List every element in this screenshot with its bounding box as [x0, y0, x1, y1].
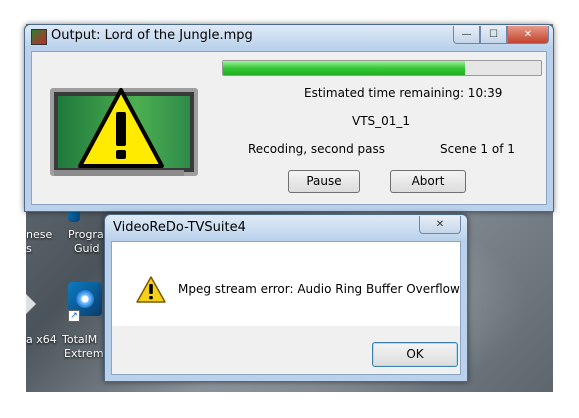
desktop-icon-label: nese [26, 228, 53, 241]
monitor-stand [54, 170, 184, 176]
desktop-icon-label: s [26, 242, 32, 255]
status-text: Recoding, second pass [248, 142, 386, 156]
desktop-icon-label[interactable]: Extrem [64, 347, 104, 360]
disc-icon [76, 290, 94, 308]
output-window-client: Estimated time remaining: 10:39 VTS_01_1… [31, 51, 547, 205]
error-dialog: VideoReDo-TVSuite4 ✕ Mpeg stream error: … [104, 214, 468, 382]
error-message: Mpeg stream error: Audio Ring Buffer Ove… [178, 282, 460, 296]
maximize-button[interactable]: ☐ [480, 26, 507, 44]
abort-button[interactable]: Abort [390, 170, 466, 193]
desktop-icon-label[interactable]: TotalM [62, 333, 97, 346]
scene-text: Scene 1 of 1 [440, 142, 515, 156]
window-title: Output: Lord of the Jungle.mpg [51, 28, 253, 43]
ok-button[interactable]: OK [372, 342, 458, 367]
dialog-close-button[interactable]: ✕ [419, 216, 461, 234]
output-window: Output: Lord of the Jungle.mpg — ☐ ✕ Est… [24, 24, 554, 212]
warning-icon [78, 88, 164, 168]
minimize-button[interactable]: — [453, 26, 480, 44]
arrow-icon [26, 294, 36, 314]
app-icon [31, 29, 47, 45]
close-button[interactable]: ✕ [507, 26, 549, 44]
progress-fill [223, 61, 465, 75]
title-id-text: VTS_01_1 [352, 114, 411, 128]
desktop-icon-label[interactable]: a x64 [26, 333, 57, 346]
desktop-icon-label[interactable]: Progra [68, 228, 104, 241]
dialog-body: Mpeg stream error: Audio Ring Buffer Ove… [111, 241, 461, 375]
warning-icon [136, 276, 166, 303]
dialog-title: VideoReDo-TVSuite4 [113, 220, 246, 235]
dialog-message-area: Mpeg stream error: Audio Ring Buffer Ove… [112, 242, 460, 326]
desktop-icon-label[interactable]: Guid [74, 242, 100, 255]
progress-bar [222, 60, 542, 76]
error-dialog-titlebar[interactable]: VideoReDo-TVSuite4 ✕ [105, 215, 467, 239]
shortcut-arrow-icon: ↗ [68, 310, 80, 322]
pause-button[interactable]: Pause [288, 170, 360, 193]
estimated-time-text: Estimated time remaining: 10:39 [304, 86, 503, 100]
output-window-titlebar[interactable]: Output: Lord of the Jungle.mpg — ☐ ✕ [25, 25, 553, 47]
